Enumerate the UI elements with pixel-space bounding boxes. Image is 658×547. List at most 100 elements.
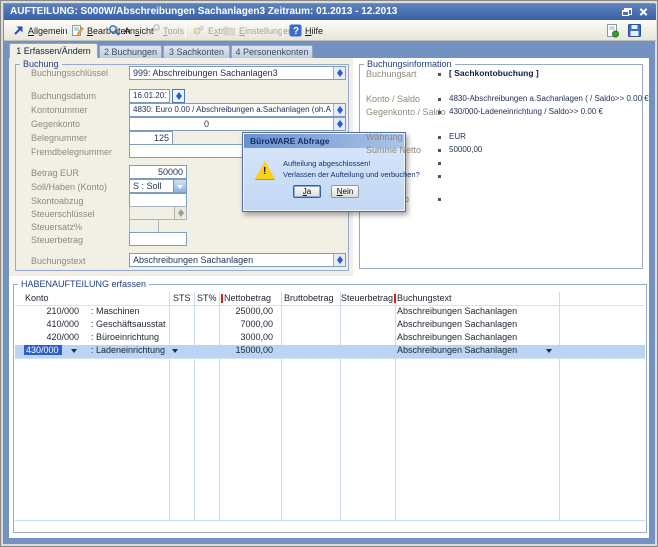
- steuerschluessel-combo: [129, 206, 187, 220]
- required-marker-icon: [221, 294, 223, 303]
- menu-hilfe[interactable]: ? Hilfe: [289, 23, 323, 38]
- save-icon: [627, 23, 642, 38]
- menu-allgemein[interactable]: Allgemein: [12, 23, 68, 38]
- spinner-icon[interactable]: [333, 254, 345, 266]
- col-header-sts: STS: [173, 293, 191, 303]
- bullet-icon: [438, 162, 441, 165]
- view-icon: [108, 24, 121, 37]
- arrow-up-right-icon: [12, 24, 25, 37]
- menu-tools: Tools: [147, 23, 184, 38]
- save-button[interactable]: [627, 23, 642, 38]
- date-spinner-button[interactable]: [172, 89, 185, 103]
- tab-personenkonten[interactable]: 4 Personenkonten: [231, 45, 313, 58]
- field-label: Kontonummer: [31, 105, 88, 115]
- settings-icon: [223, 24, 236, 37]
- spinner-icon: [174, 207, 186, 219]
- skontoabzug-field[interactable]: [129, 193, 187, 207]
- tab-erfassen-aendern[interactable]: 1 Erfassen/Ändern: [9, 43, 98, 58]
- aufteilung-table: Konto STS ST% Nettobetrag Bruttobetrag S…: [13, 284, 647, 533]
- bullet-icon: [438, 198, 441, 201]
- info-value: 4830-Abschreibungen a.Sachanlagen ( / Sa…: [449, 94, 649, 103]
- info-label: Währung: [366, 132, 403, 142]
- info-value: 50000,00: [449, 145, 482, 154]
- ja-button[interactable]: Ja: [293, 185, 321, 198]
- info-group-label: Buchungsinformation: [364, 59, 455, 69]
- steuerbetrag-field[interactable]: [129, 232, 187, 246]
- application-window: AUFTEILUNG: S000W/Abschreibungen Sachanl…: [0, 0, 658, 547]
- refresh-document-button[interactable]: [605, 23, 620, 38]
- col-header-text: Buchungstext: [397, 293, 452, 303]
- document-check-icon: [605, 23, 620, 38]
- info-label: Summe Netto: [366, 145, 421, 155]
- extras-icon: [192, 24, 205, 37]
- kontonummer-combo[interactable]: 4830: Euro 0.00 / Abschreibungen a.Sacha…: [129, 103, 346, 117]
- spinner-icon[interactable]: [333, 104, 345, 116]
- restore-button[interactable]: [622, 7, 634, 18]
- toolbar-separator: [282, 23, 283, 38]
- belegnummer-field[interactable]: 125: [129, 131, 173, 145]
- titlebar: AUFTEILUNG: S000W/Abschreibungen Sachanl…: [4, 4, 656, 20]
- field-label: Buchungstext: [31, 256, 86, 266]
- help-icon: ?: [289, 24, 302, 37]
- info-label: Gegenkonto / Saldo: [366, 107, 446, 117]
- buroware-abfrage-dialog: BüroWARE Abfrage ! Aufteilung abgeschlos…: [242, 132, 406, 212]
- toolbar-separator: [64, 23, 65, 38]
- dropdown-arrow-icon[interactable]: [546, 349, 552, 353]
- field-label: Steuerbetrag: [31, 235, 83, 245]
- col-header-steuer: Steuerbetrag: [341, 293, 393, 303]
- toolbar-separator: [185, 23, 186, 38]
- edit-icon: [71, 24, 84, 37]
- field-label: Gegenkonto: [31, 119, 80, 129]
- table-row[interactable]: 410/000 : Geschäftsausstat 7000,00 Absch…: [13, 319, 647, 332]
- field-label: Steuerschlüssel: [31, 209, 95, 219]
- buchungsschluessel-combo[interactable]: 999: Abschreibungen Sachanlagen3: [129, 66, 346, 80]
- restore-icon-inner: [622, 10, 629, 16]
- col-header-netto: Nettobetrag: [224, 293, 271, 303]
- gegenkonto-combo[interactable]: 0: [129, 117, 346, 131]
- info-label: Buchungsart: [366, 69, 417, 79]
- required-marker-icon: [394, 294, 396, 303]
- bullet-icon: [438, 111, 441, 114]
- info-value: EUR: [449, 132, 466, 141]
- field-label: Betrag EUR: [31, 168, 79, 178]
- buchungsdatum-field[interactable]: 16.01.2013 /M: [129, 89, 170, 103]
- bullet-icon: [438, 175, 441, 178]
- dropdown-arrow-icon[interactable]: [71, 349, 77, 353]
- buchungstext-combo[interactable]: Abschreibungen Sachanlagen: [129, 253, 346, 267]
- field-label: Soll/Haben (Konto): [31, 182, 107, 192]
- bullet-icon: [438, 136, 441, 139]
- table-row[interactable]: 210/000 : Maschinen 25000,00 Abschreibun…: [13, 306, 647, 319]
- field-label: Belegnummer: [31, 133, 87, 143]
- tools-icon: [147, 24, 160, 37]
- bullet-icon: [438, 149, 441, 152]
- soll-haben-combo[interactable]: S : Soll: [129, 179, 187, 193]
- info-value: [ Sachkontobuchung ]: [449, 68, 539, 78]
- info-value: 430/000-Ladeneinrichtung / Saldo>> 0.00 …: [449, 107, 603, 116]
- col-header-konto: Konto: [25, 293, 49, 303]
- spinner-icon[interactable]: [333, 118, 345, 130]
- table-row[interactable]: 420/000 : Büroeinrichtung 3000,00 Abschr…: [13, 332, 647, 345]
- tab-sachkonten[interactable]: 3 Sachkonten: [163, 45, 230, 58]
- bullet-icon: [438, 98, 441, 101]
- dialog-message: Aufteilung abgeschlossen! Verlassen der …: [283, 158, 420, 180]
- dropdown-arrow-icon[interactable]: [173, 180, 186, 192]
- konto-edit-cell[interactable]: 430/000: [24, 345, 62, 355]
- spinner-icon[interactable]: [333, 67, 345, 79]
- field-label: Fremdbelegnummer: [31, 147, 112, 157]
- field-label: Skontoabzug: [31, 196, 84, 206]
- nein-button[interactable]: Nein: [331, 185, 359, 198]
- field-label: Steuersatz%: [31, 222, 82, 232]
- tab-buchungen[interactable]: 2 Buchungen: [99, 45, 162, 58]
- toolbar: Allgemein Bearbeiten Ansicht Tools Extra…: [4, 20, 656, 41]
- col-header-brutto: Bruttobetrag: [284, 293, 334, 303]
- table-row-selected[interactable]: 430/000 : Ladeneinrichtung 15000,00 Absc…: [13, 345, 647, 358]
- window-title: AUFTEILUNG: S000W/Abschreibungen Sachanl…: [10, 6, 397, 17]
- dropdown-arrow-icon[interactable]: [172, 349, 178, 353]
- betrag-field[interactable]: 50000: [129, 165, 187, 179]
- svg-text:?: ?: [293, 26, 299, 37]
- field-label: Buchungsdatum: [31, 91, 96, 101]
- bullet-icon: [438, 73, 441, 76]
- close-button[interactable]: [638, 7, 650, 18]
- col-header-stp: ST%: [197, 293, 217, 303]
- info-label: Konto / Saldo: [366, 94, 420, 104]
